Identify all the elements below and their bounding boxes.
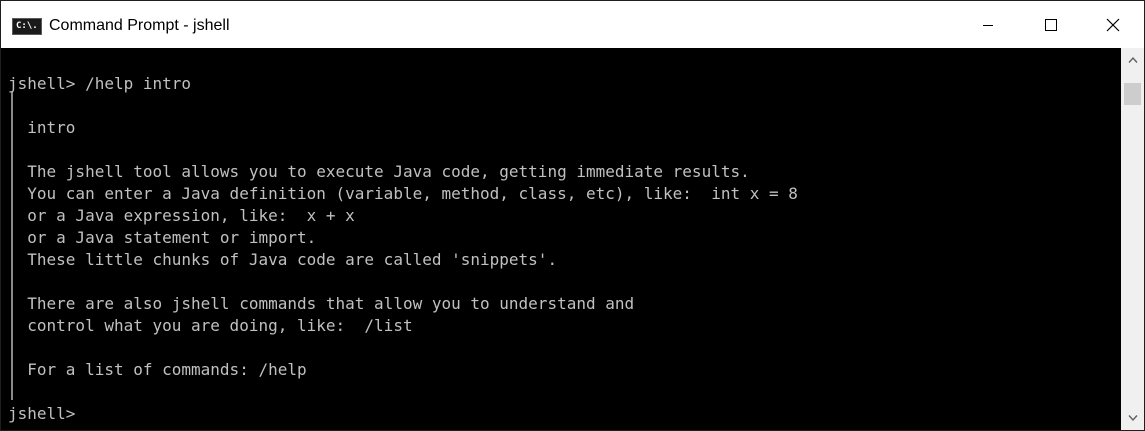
terminal-line: These little chunks of Java code are cal… <box>8 250 558 269</box>
terminal-line: or a Java expression, like: x + x <box>8 206 355 225</box>
terminal-line: or a Java statement or import. <box>8 228 317 247</box>
terminal-prompt-line: jshell> <box>8 404 76 423</box>
minimize-button[interactable] <box>956 1 1019 48</box>
scroll-up-icon <box>1127 56 1138 63</box>
terminal-output[interactable]: jshell> /help intro intro The jshell too… <box>1 48 1121 430</box>
title-bar[interactable]: C:\. Command Prompt - jshell <box>1 1 1144 48</box>
scroll-down-button[interactable] <box>1121 406 1144 430</box>
maximize-button[interactable] <box>1019 1 1082 48</box>
terminal-line: control what you are doing, like: /list <box>8 316 413 335</box>
terminal-line: jshell> /help intro <box>8 74 192 93</box>
window-title: Command Prompt - jshell <box>49 17 230 34</box>
terminal-line: There are also jshell commands that allo… <box>8 294 635 313</box>
terminal-line: You can enter a Java definition (variabl… <box>8 184 798 203</box>
terminal-line: The jshell tool allows you to execute Ja… <box>8 162 750 181</box>
vertical-scrollbar[interactable] <box>1121 48 1144 430</box>
minimize-icon <box>982 24 993 26</box>
scroll-thumb[interactable] <box>1124 83 1141 105</box>
scroll-down-icon <box>1127 415 1138 422</box>
close-button[interactable] <box>1081 1 1144 48</box>
terminal-line: For a list of commands: /help <box>8 360 307 379</box>
close-icon <box>1106 18 1119 31</box>
terminal-line: intro <box>8 118 76 137</box>
command-prompt-window: C:\. Command Prompt - jshell jshell> /he… <box>0 0 1145 431</box>
cmd-app-icon[interactable]: C:\. <box>12 18 42 35</box>
maximize-icon <box>1044 18 1057 31</box>
scroll-up-button[interactable] <box>1121 48 1144 72</box>
